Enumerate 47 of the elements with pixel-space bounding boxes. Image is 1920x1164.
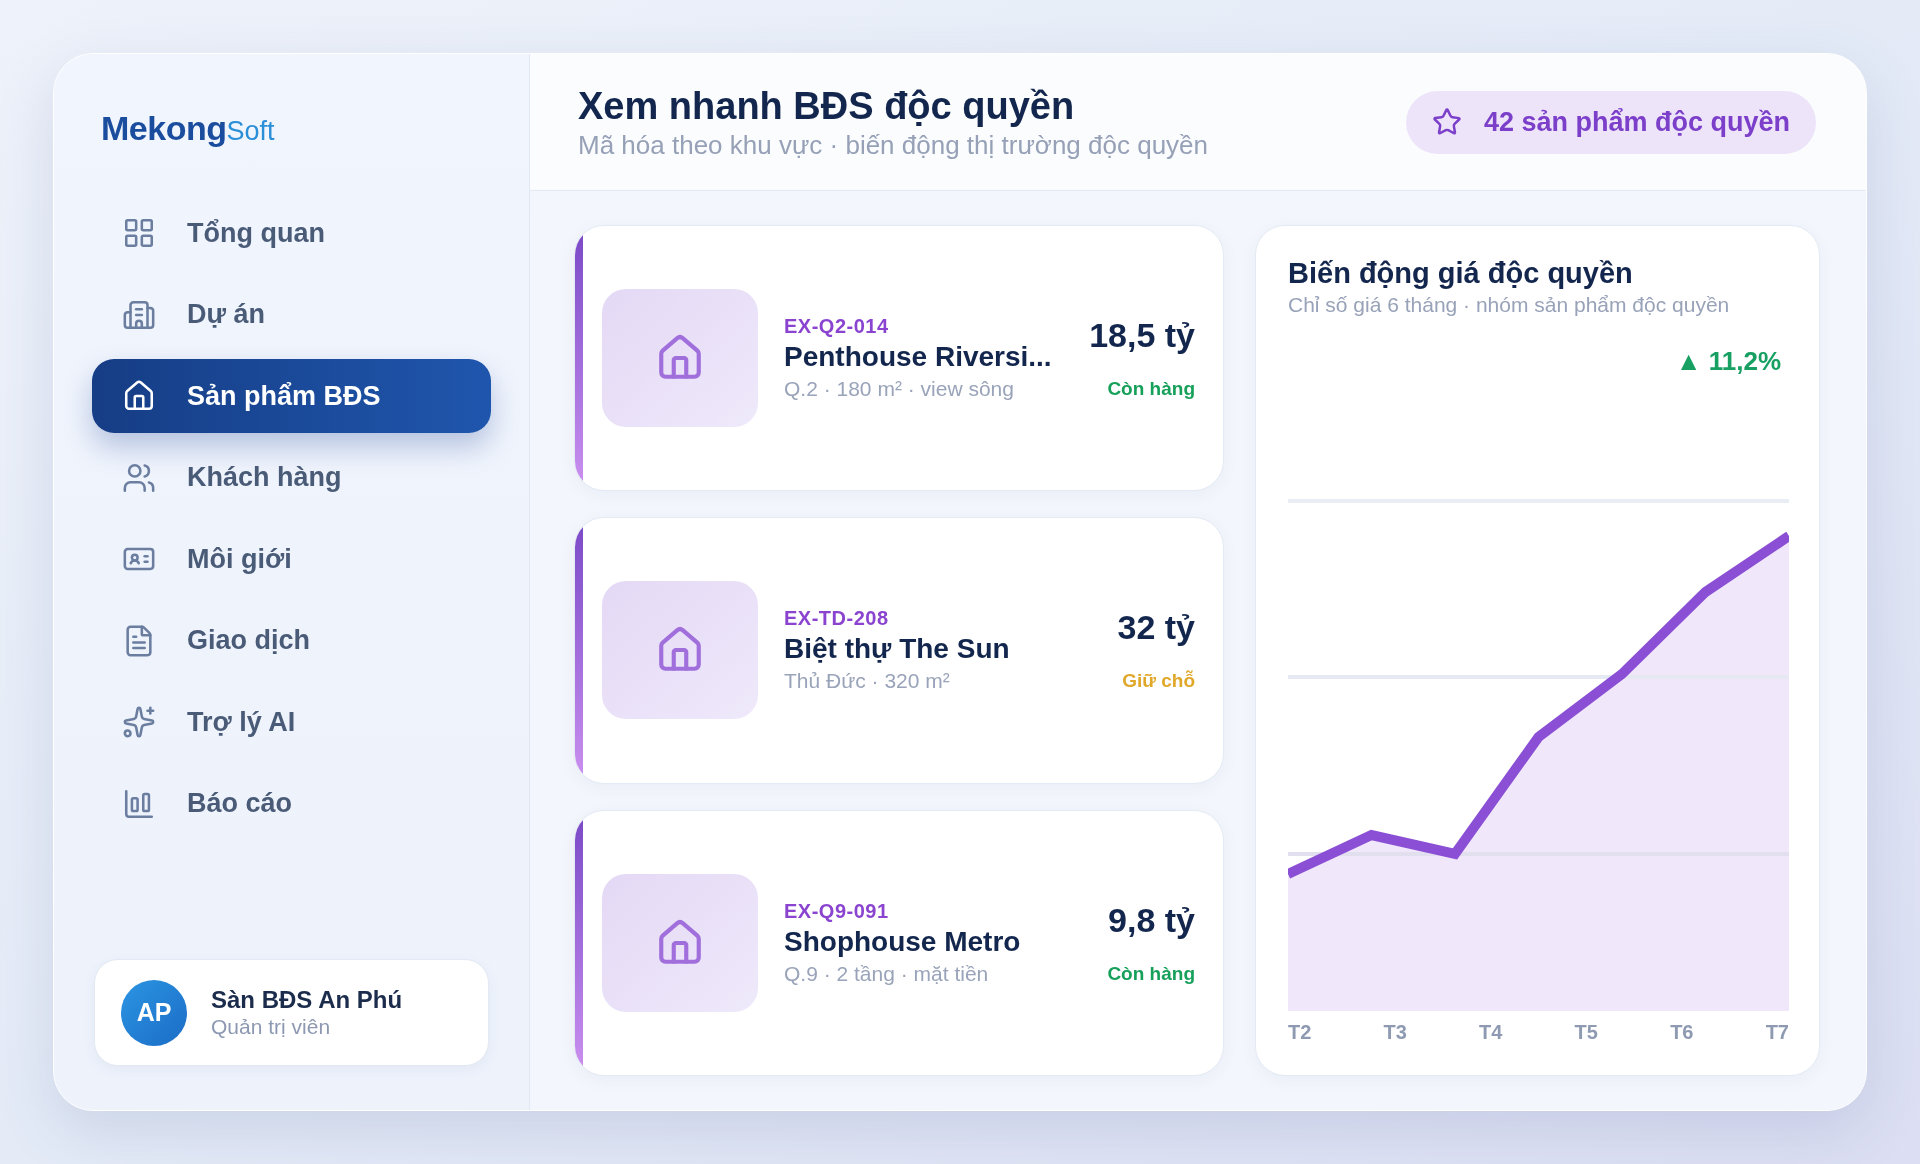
user-name: Sàn BĐS An Phú	[211, 985, 403, 1014]
listing-title: Biệt thự The Sun	[784, 632, 1011, 667]
sidebar-item[interactable]: Sản phẩm BĐS	[92, 359, 491, 433]
avatar-initials: AP	[121, 979, 187, 1046]
listing-details: Q.9 · 2 tầng · mặt tiền	[784, 960, 990, 987]
x-axis-label: T2	[1288, 1020, 1312, 1044]
sidebar-item[interactable]: Giao dịch	[92, 603, 491, 678]
sidebar-item[interactable]: Trợ lý AI	[92, 685, 491, 759]
listing-status: Còn hàng	[1107, 961, 1195, 986]
listing-price: 9,8 tỷ	[1108, 899, 1195, 940]
sidebar-item[interactable]: Khách hàng	[92, 440, 491, 515]
grid-icon	[122, 216, 156, 250]
listing-status: Còn hàng	[1107, 377, 1195, 402]
sidebar-item[interactable]: Môi giới	[92, 522, 491, 596]
chart-title: Biến động giá độc quyền	[1288, 256, 1634, 291]
star-icon	[1431, 107, 1462, 137]
user-role: Quản trị viên	[211, 1013, 332, 1040]
listing-status: Giữ chỗ	[1122, 669, 1195, 694]
x-axis-label: T6	[1670, 1020, 1694, 1044]
badge-label: 42 sản phẩm độc quyền	[1483, 105, 1790, 139]
listing-price: 32 tỷ	[1117, 607, 1195, 648]
sidebar-item[interactable]: Tổng quan	[92, 196, 491, 270]
house-icon	[122, 379, 156, 413]
sidebar-item[interactable]: Báo cáo	[92, 766, 491, 841]
chart-subtitle: Chỉ số giá 6 tháng · nhóm sản phẩm độc quyền	[1288, 292, 1731, 318]
listing-details: Q.2 · 180 m² · view sông	[784, 376, 1015, 403]
listing-card[interactable]: EX-Q9-091 Shophouse Metro Q.9 · 2 tầng · mặt tiền 9,8 tỷ Còn hàng	[574, 809, 1224, 1076]
listing-code: EX-Q9-091	[784, 898, 890, 923]
sparkles-icon	[122, 705, 156, 739]
x-axis-label: T5	[1574, 1020, 1598, 1044]
sidebar-item[interactable]: Dự án	[92, 277, 491, 352]
listing-price: 18,5 tỷ	[1089, 315, 1195, 356]
price-change: ▲ 11,2%	[1675, 345, 1781, 377]
x-axis-label: T3	[1383, 1020, 1407, 1044]
listing-code: EX-TD-208	[784, 606, 890, 631]
listing-title: Penthouse Riversi...	[784, 340, 1053, 375]
listing-details: Thủ Đức · 320 m²	[784, 668, 951, 695]
listing-code: EX-Q2-014	[784, 314, 890, 339]
page-title: Xem nhanh BĐS độc quyền	[578, 84, 1076, 128]
page-subtitle: Mã hóa theo khu vực · biến động thị trường độc quyền	[578, 130, 1209, 160]
listing-title: Shophouse Metro	[784, 924, 1022, 959]
listing-card[interactable]: EX-Q2-014 Penthouse Riversi... Q.2 · 180 m² · view sông 18,5 tỷ Còn hàng	[574, 225, 1224, 492]
logo-wordmark: Mekong	[101, 108, 227, 148]
listing-card[interactable]: EX-TD-208 Biệt thự The Sun Thủ Đức · 320 m² 32 tỷ Giữ chỗ	[574, 517, 1224, 784]
x-axis-label: T7	[1765, 1020, 1789, 1044]
x-axis-label: T4	[1479, 1020, 1503, 1044]
logo-suffix: Soft	[226, 115, 275, 147]
